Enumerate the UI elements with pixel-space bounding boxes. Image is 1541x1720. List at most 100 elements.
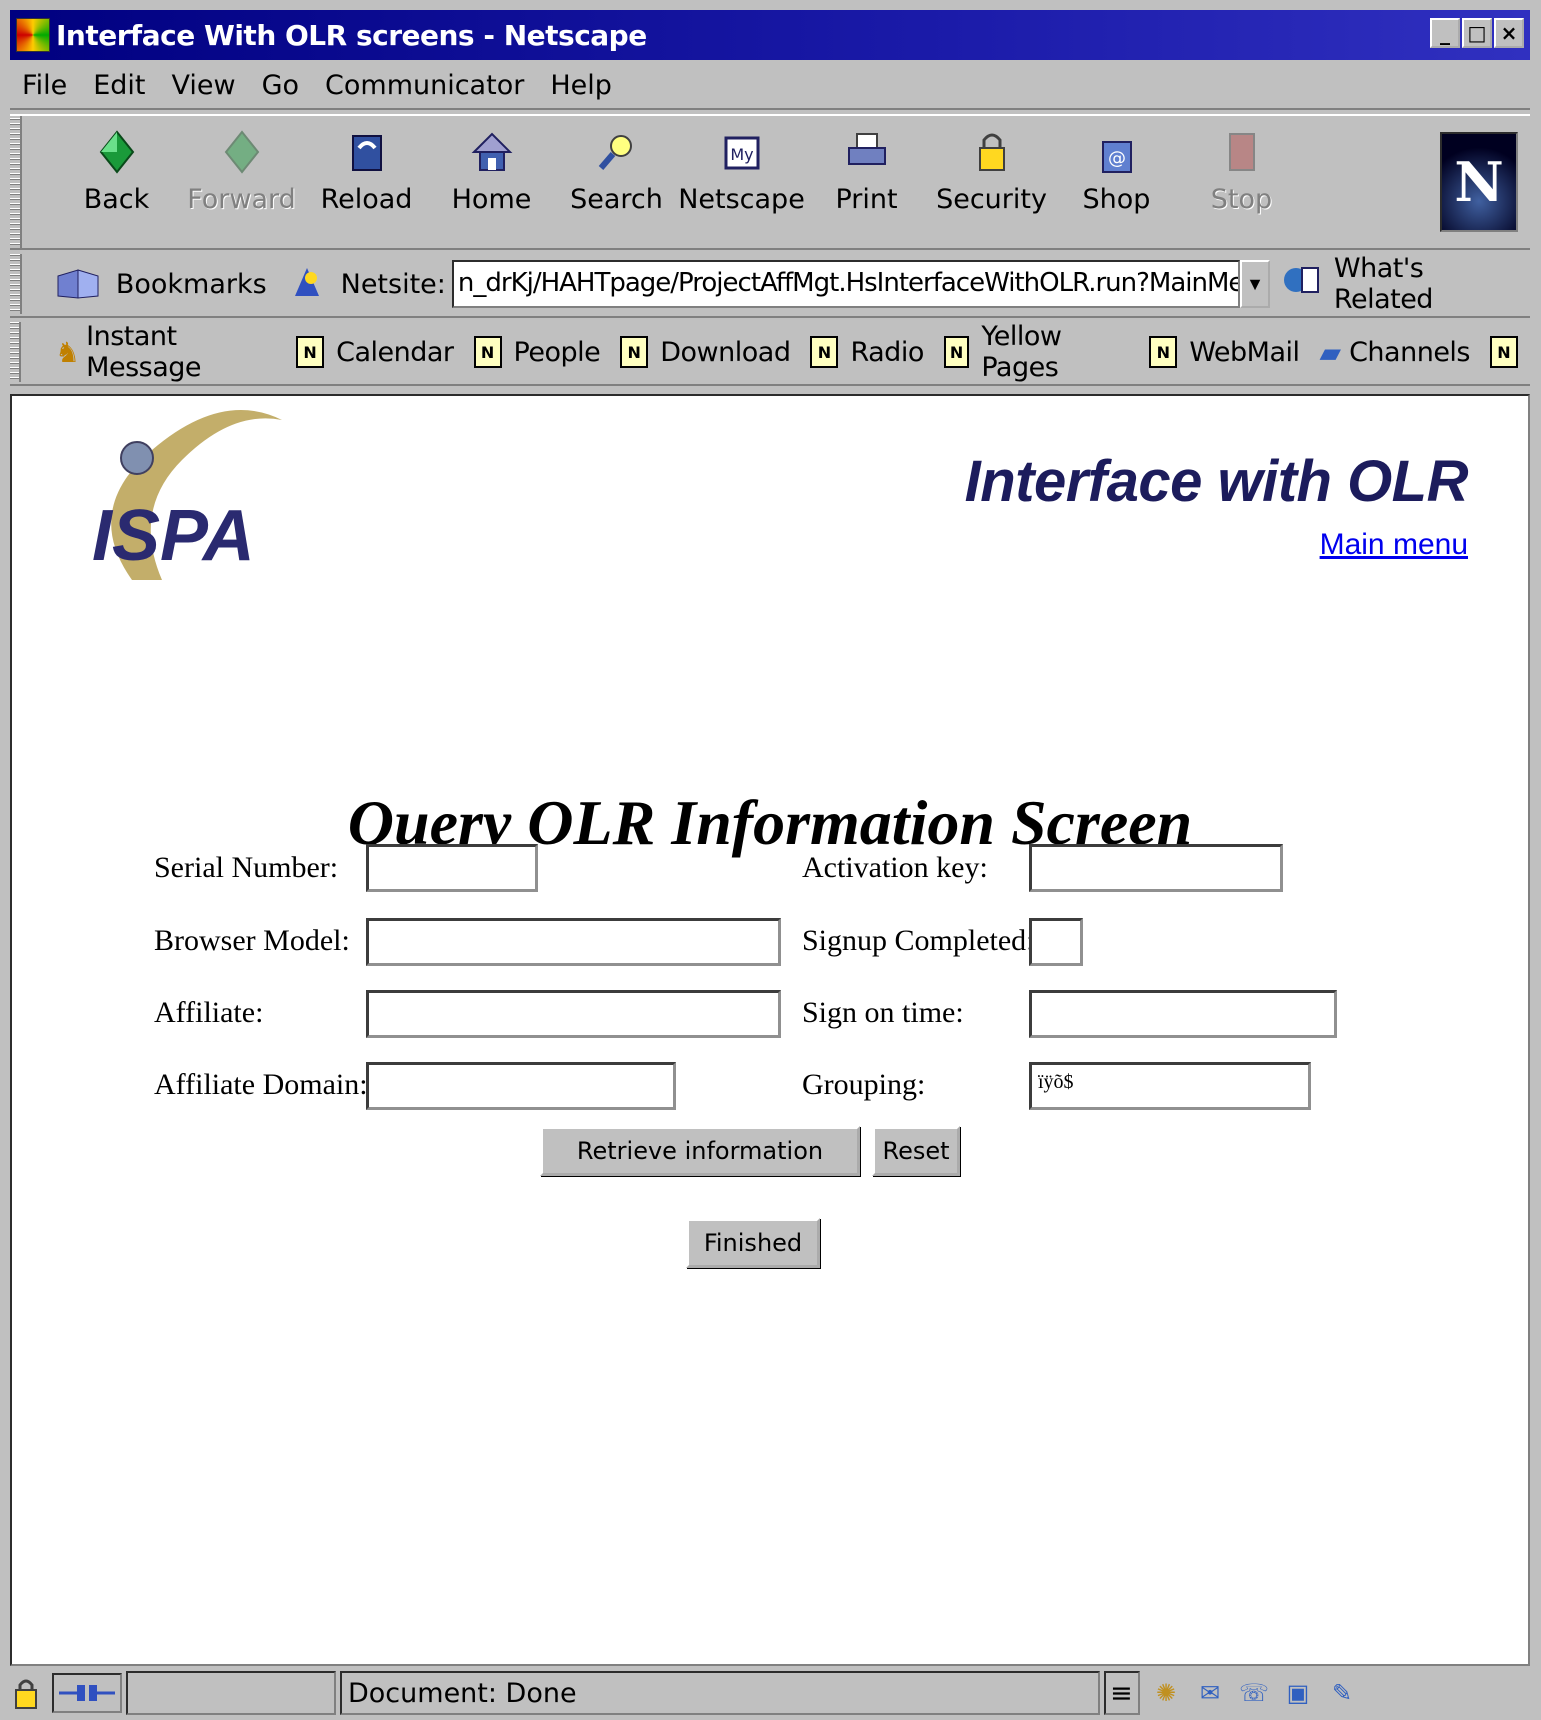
my-netscape-button[interactable]: My Netscape bbox=[678, 126, 805, 248]
title-bar: Interface With OLR screens - Netscape _ … bbox=[10, 10, 1530, 60]
home-icon bbox=[466, 126, 518, 178]
grouping-label: Grouping: bbox=[802, 1068, 926, 1101]
affiliate-domain-label: Affiliate Domain: bbox=[154, 1068, 368, 1101]
print-button[interactable]: Print bbox=[804, 126, 929, 248]
main-menu-link[interactable]: Main menu bbox=[1320, 528, 1468, 562]
stop-button[interactable]: Stop bbox=[1179, 126, 1304, 248]
affiliate-input[interactable] bbox=[366, 990, 781, 1038]
back-button[interactable]: Back bbox=[54, 126, 179, 248]
personal-toolbar: ♞ Instant Message N Calendar N People N … bbox=[10, 320, 1530, 386]
personal-item-radio[interactable]: N Radio bbox=[810, 336, 924, 368]
instant-message-icon: ♞ bbox=[55, 336, 81, 368]
browser-model-input[interactable] bbox=[366, 918, 781, 966]
status-bar: Document: Done ≡ ✺ ✉ ☏ ▣ ✎ bbox=[0, 1666, 1541, 1720]
bookmarks-icon[interactable] bbox=[52, 264, 112, 304]
close-button[interactable]: × bbox=[1494, 18, 1524, 48]
reset-button[interactable]: Reset bbox=[872, 1126, 960, 1176]
search-button[interactable]: Search bbox=[554, 126, 679, 248]
menu-help[interactable]: Help bbox=[550, 70, 612, 101]
menu-bar: File Edit View Go Communicator Help bbox=[10, 62, 1530, 110]
menu-edit[interactable]: Edit bbox=[93, 70, 145, 101]
search-icon bbox=[591, 126, 643, 178]
netscape-throbber-icon[interactable]: N bbox=[1440, 132, 1518, 232]
personal-item-download[interactable]: N Download bbox=[620, 336, 791, 368]
shop-bag-icon: @ bbox=[1091, 126, 1143, 178]
ispa-logo: ISPA bbox=[82, 400, 312, 600]
bookmarks-label[interactable]: Bookmarks bbox=[116, 269, 267, 300]
grouping-input[interactable]: ïÿõ$ bbox=[1029, 1062, 1311, 1110]
sign-on-time-label: Sign on time: bbox=[802, 996, 964, 1029]
logo-text: ISPA bbox=[92, 496, 255, 576]
affiliate-domain-input[interactable] bbox=[366, 1062, 676, 1110]
back-arrow-icon bbox=[91, 126, 143, 178]
personal-item-instant-message[interactable]: ♞ Instant Message bbox=[55, 321, 276, 383]
location-url-input[interactable]: n_drKj/HAHTpage/ProjectAffMgt.HsInterfac… bbox=[451, 260, 1241, 308]
page-proxy-icon[interactable] bbox=[291, 264, 327, 304]
status-text: Document: Done bbox=[340, 1671, 1100, 1715]
netscape-page-icon: N bbox=[620, 336, 649, 368]
affiliate-label: Affiliate: bbox=[154, 996, 264, 1029]
netsite-label: Netsite: bbox=[340, 268, 446, 300]
minimize-button[interactable]: _ bbox=[1430, 18, 1460, 48]
serial-number-input[interactable] bbox=[366, 844, 538, 892]
netscape-page-icon: N bbox=[1149, 336, 1178, 368]
mail-component-icon[interactable]: ✉ bbox=[1192, 1673, 1228, 1713]
connection-plug-icon bbox=[52, 1673, 122, 1713]
location-dropdown-button[interactable]: ▼ bbox=[1240, 260, 1271, 308]
browser-window: Interface With OLR screens - Netscape _ … bbox=[0, 0, 1541, 1720]
netscape-app-icon[interactable] bbox=[16, 18, 50, 52]
whats-related-label[interactable]: What's Related bbox=[1334, 253, 1530, 315]
whats-related-icon[interactable] bbox=[1282, 262, 1330, 306]
personal-item-people[interactable]: N People bbox=[473, 336, 601, 368]
my-netscape-icon: My bbox=[716, 126, 768, 178]
navigation-toolbar: Back Forward Reload Home Search My Netsc… bbox=[10, 114, 1530, 250]
signup-completed-input[interactable] bbox=[1029, 918, 1083, 966]
personal-item-webmail[interactable]: N WebMail bbox=[1149, 336, 1300, 368]
menu-communicator[interactable]: Communicator bbox=[325, 70, 524, 101]
forward-button[interactable]: Forward bbox=[179, 126, 304, 248]
svg-text:@: @ bbox=[1108, 148, 1126, 169]
security-button[interactable]: Security bbox=[929, 126, 1054, 248]
personal-item-yellow-pages[interactable]: N Yellow Pages bbox=[943, 321, 1129, 383]
reload-button[interactable]: Reload bbox=[304, 126, 429, 248]
toolbar-grip[interactable] bbox=[10, 254, 22, 314]
activation-key-input[interactable] bbox=[1029, 844, 1283, 892]
svg-text:My: My bbox=[730, 145, 753, 164]
serial-number-label: Serial Number: bbox=[154, 851, 339, 884]
reload-icon bbox=[341, 126, 393, 178]
security-lock-icon[interactable] bbox=[8, 1673, 44, 1713]
offline-toggle-icon[interactable]: ≡ bbox=[1104, 1671, 1140, 1715]
finished-button[interactable]: Finished bbox=[686, 1218, 820, 1268]
window-controls: _ □ × bbox=[1430, 18, 1524, 48]
window-title: Interface With OLR screens - Netscape bbox=[56, 18, 647, 52]
menu-file[interactable]: File bbox=[22, 70, 67, 101]
maximize-button[interactable]: □ bbox=[1462, 18, 1492, 48]
page-content: ISPA Interface with OLR Main menu Query … bbox=[10, 394, 1530, 1666]
netscape-page-icon: N bbox=[473, 336, 502, 368]
netscape-page-icon: N bbox=[1490, 336, 1518, 368]
netscape-page-icon: N bbox=[943, 336, 970, 368]
personal-item-calendar[interactable]: N Calendar bbox=[296, 336, 454, 368]
home-button[interactable]: Home bbox=[429, 126, 554, 248]
sign-on-time-input[interactable] bbox=[1029, 990, 1337, 1038]
page-heading: Interface with OLR bbox=[964, 449, 1469, 514]
personal-item-overflow[interactable]: N bbox=[1490, 336, 1530, 368]
retrieve-information-button[interactable]: Retrieve information bbox=[540, 1126, 860, 1176]
signup-completed-label: Signup Completed: bbox=[802, 924, 1035, 957]
stop-icon bbox=[1216, 126, 1268, 178]
menu-go[interactable]: Go bbox=[262, 70, 299, 101]
netscape-page-icon: N bbox=[810, 336, 839, 368]
security-lock-icon bbox=[966, 126, 1018, 178]
location-toolbar: Bookmarks Netsite: n_drKj/HAHTpage/Proje… bbox=[10, 252, 1530, 318]
discussion-component-icon[interactable]: ☏ bbox=[1236, 1673, 1272, 1713]
toolbar-grip[interactable] bbox=[10, 322, 22, 382]
menu-view[interactable]: View bbox=[171, 70, 235, 101]
toolbar-grip[interactable] bbox=[10, 116, 22, 248]
aim-component-icon[interactable]: ✎ bbox=[1324, 1673, 1360, 1713]
composer-component-icon[interactable]: ▣ bbox=[1280, 1673, 1316, 1713]
activation-key-label: Activation key: bbox=[802, 851, 988, 884]
shop-button[interactable]: @ Shop bbox=[1054, 126, 1179, 248]
progress-bar bbox=[126, 1671, 336, 1715]
navigator-component-icon[interactable]: ✺ bbox=[1148, 1673, 1184, 1713]
personal-item-channels[interactable]: ▰ Channels bbox=[1320, 336, 1471, 369]
